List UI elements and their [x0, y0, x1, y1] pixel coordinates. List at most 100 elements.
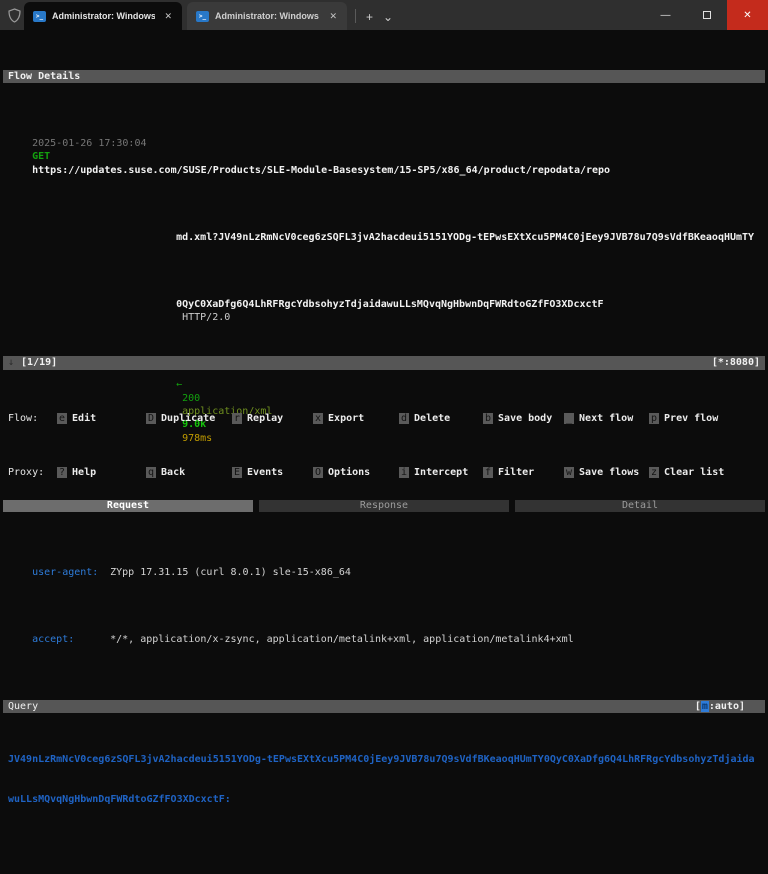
tab-close-icon[interactable]: ✕: [161, 10, 175, 23]
key-badge: b: [483, 412, 494, 424]
window-controls: — ✕: [645, 0, 768, 30]
command-row-proxy: Proxy: ? Help q Back E Events O Options i Int…: [3, 466, 765, 480]
command-row-label: Proxy:: [8, 466, 45, 478]
terminal-tab-1[interactable]: >_ Administrator: Windows Pow ✕: [24, 2, 182, 30]
cmd-label: Edit: [72, 412, 97, 424]
cmd-help[interactable]: ? Help: [57, 466, 146, 480]
key-badge: ?: [57, 466, 68, 478]
window-titlebar: >_ Administrator: Windows Pow ✕ >_ Admin…: [0, 0, 768, 30]
request-url-line-2: md.xml?JV49nLzRmNcV0ceg6zSQFL3jvA2hacdeu…: [176, 231, 755, 243]
command-row-flow: Flow: e Edit D Duplicate r Replay x Export d…: [3, 412, 765, 426]
key-badge: p: [649, 412, 660, 424]
mode-open-bracket: [: [694, 700, 701, 712]
key-badge: D: [146, 412, 157, 424]
query-value-line-2: wuLLsMQvqNgHbwnDqFWRdtoGZfFO3XDcxctF:: [8, 794, 231, 806]
cmd-export[interactable]: x Export: [313, 412, 399, 426]
minimize-button[interactable]: —: [645, 0, 686, 30]
powershell-icon: >_: [196, 10, 209, 22]
mode-rest: :auto]: [708, 700, 745, 712]
admin-shield-icon: [7, 7, 22, 23]
terminal-screen: Flow Details 2025-01-26 17:30:04 GET htt…: [0, 30, 768, 805]
key-badge: e: [57, 412, 68, 424]
powershell-icon: >_: [33, 10, 46, 22]
cmd-delete[interactable]: d Delete: [399, 412, 483, 426]
query-section-header: Query [m:auto]: [3, 699, 765, 713]
mode-key[interactable]: m: [700, 700, 709, 712]
key-badge: E: [232, 466, 243, 478]
http-version: HTTP/2.0: [182, 312, 231, 324]
request-line-2: md.xml?JV49nLzRmNcV0ceg6zSQFL3jvA2hacdeu…: [3, 217, 765, 257]
cmd-clear-list[interactable]: z Clear list: [649, 466, 765, 480]
cmd-intercept[interactable]: i Intercept: [399, 466, 483, 480]
command-row-label: Flow:: [8, 412, 39, 424]
cmd-options[interactable]: O Options: [313, 466, 399, 480]
cmd-label: Intercept: [414, 466, 469, 478]
cmd-label: Export: [328, 412, 365, 424]
cmd-label: Next flow: [579, 412, 634, 424]
cmd-label: Help: [72, 466, 97, 478]
query-section-title: Query: [8, 700, 39, 712]
key-badge: i: [399, 466, 410, 478]
cmd-label: Replay: [247, 412, 284, 424]
tab-dropdown-button[interactable]: ⌄: [383, 10, 393, 24]
status-bar: ↓ [1/19] [*:8080]: [3, 355, 765, 370]
cmd-label: Duplicate: [161, 412, 216, 424]
cmd-label: Back: [161, 466, 186, 478]
cmd-events[interactable]: E Events: [232, 466, 313, 480]
header-value: */*, application/x-zsync, application/me…: [110, 633, 574, 645]
key-badge: q: [146, 466, 157, 478]
new-tab-button[interactable]: +: [366, 10, 373, 24]
cmd-label: Events: [247, 466, 284, 478]
key-badge: _: [564, 412, 575, 424]
key-badge: d: [399, 412, 410, 424]
request-timestamp: 2025-01-26 17:30:04: [32, 137, 147, 149]
header-value: ZYpp 17.31.15 (curl 8.0.1) sle-15-x86_64: [110, 566, 351, 578]
cmd-replay[interactable]: r Replay: [232, 412, 313, 426]
key-badge: x: [313, 412, 324, 424]
cmd-prev-flow[interactable]: p Prev flow: [649, 412, 765, 426]
cmd-label: Clear list: [664, 466, 725, 478]
header-key: user-agent:: [32, 566, 99, 578]
key-badge: w: [564, 466, 575, 478]
tab-close-icon[interactable]: ✕: [326, 10, 340, 23]
cmd-label: Save flows: [579, 466, 640, 478]
flow-details-header: Flow Details: [3, 70, 765, 84]
header-key: accept:: [32, 633, 75, 645]
close-button[interactable]: ✕: [727, 0, 768, 30]
query-value-line-1: JV49nLzRmNcV0ceg6zSQFL3jvA2hacdeui5151YO…: [8, 754, 755, 766]
cmd-save-flows[interactable]: w Save flows: [564, 466, 649, 480]
terminal-tab-2[interactable]: >_ Administrator: Windows Powe ✕: [187, 2, 347, 30]
request-url-line-3: 0QyC0XaDfg6Q4LhRFRgcYdbsohyzTdjaidawuLLs…: [176, 298, 604, 310]
key-badge: O: [313, 466, 324, 478]
follow-arrow-icon: ↓: [8, 356, 15, 368]
status-left: ↓ [1/19]: [8, 356, 57, 370]
header-row-user-agent: user-agent: ZYpp 17.31.15 (curl 8.0.1) sl…: [3, 552, 765, 592]
cmd-edit[interactable]: e Edit: [57, 412, 146, 426]
request-method: GET: [32, 151, 51, 163]
cmd-duplicate[interactable]: D Duplicate: [146, 412, 232, 426]
cmd-label: Delete: [414, 412, 451, 424]
request-line-1: 2025-01-26 17:30:04 GET https://updates.…: [3, 123, 765, 190]
proxy-listen-address: [*:8080]: [711, 356, 760, 368]
terminal-tab-2-title: Administrator: Windows Powe: [215, 11, 320, 21]
cmd-next-flow[interactable]: _ Next flow: [564, 412, 649, 426]
key-badge: r: [232, 412, 243, 424]
maximize-icon: [702, 11, 711, 19]
cmd-save-body[interactable]: b Save body: [483, 412, 564, 426]
flow-position: [1/19]: [21, 356, 58, 368]
cmd-label: Save body: [498, 412, 553, 424]
header-row-accept: accept: */*, application/x-zsync, applica…: [3, 619, 765, 659]
close-icon: ✕: [743, 9, 752, 21]
flow-details-title: Flow Details: [8, 71, 81, 83]
minimize-icon: —: [660, 9, 671, 21]
request-url-line-1: https://updates.suse.com/SUSE/Products/S…: [32, 164, 611, 176]
query-view-mode: [m:auto]: [695, 700, 760, 713]
key-badge: z: [649, 466, 660, 478]
terminal-tab-1-title: Administrator: Windows Pow: [52, 11, 156, 21]
mitmproxy-footer: ↓ [1/19] [*:8080] Flow: e Edit D Duplicate …: [3, 329, 765, 506]
tabbar-divider: [355, 9, 356, 23]
maximize-button[interactable]: [686, 0, 727, 30]
cmd-label: Prev flow: [664, 412, 719, 424]
cmd-back[interactable]: q Back: [146, 466, 232, 480]
cmd-filter[interactable]: f Filter: [483, 466, 564, 480]
